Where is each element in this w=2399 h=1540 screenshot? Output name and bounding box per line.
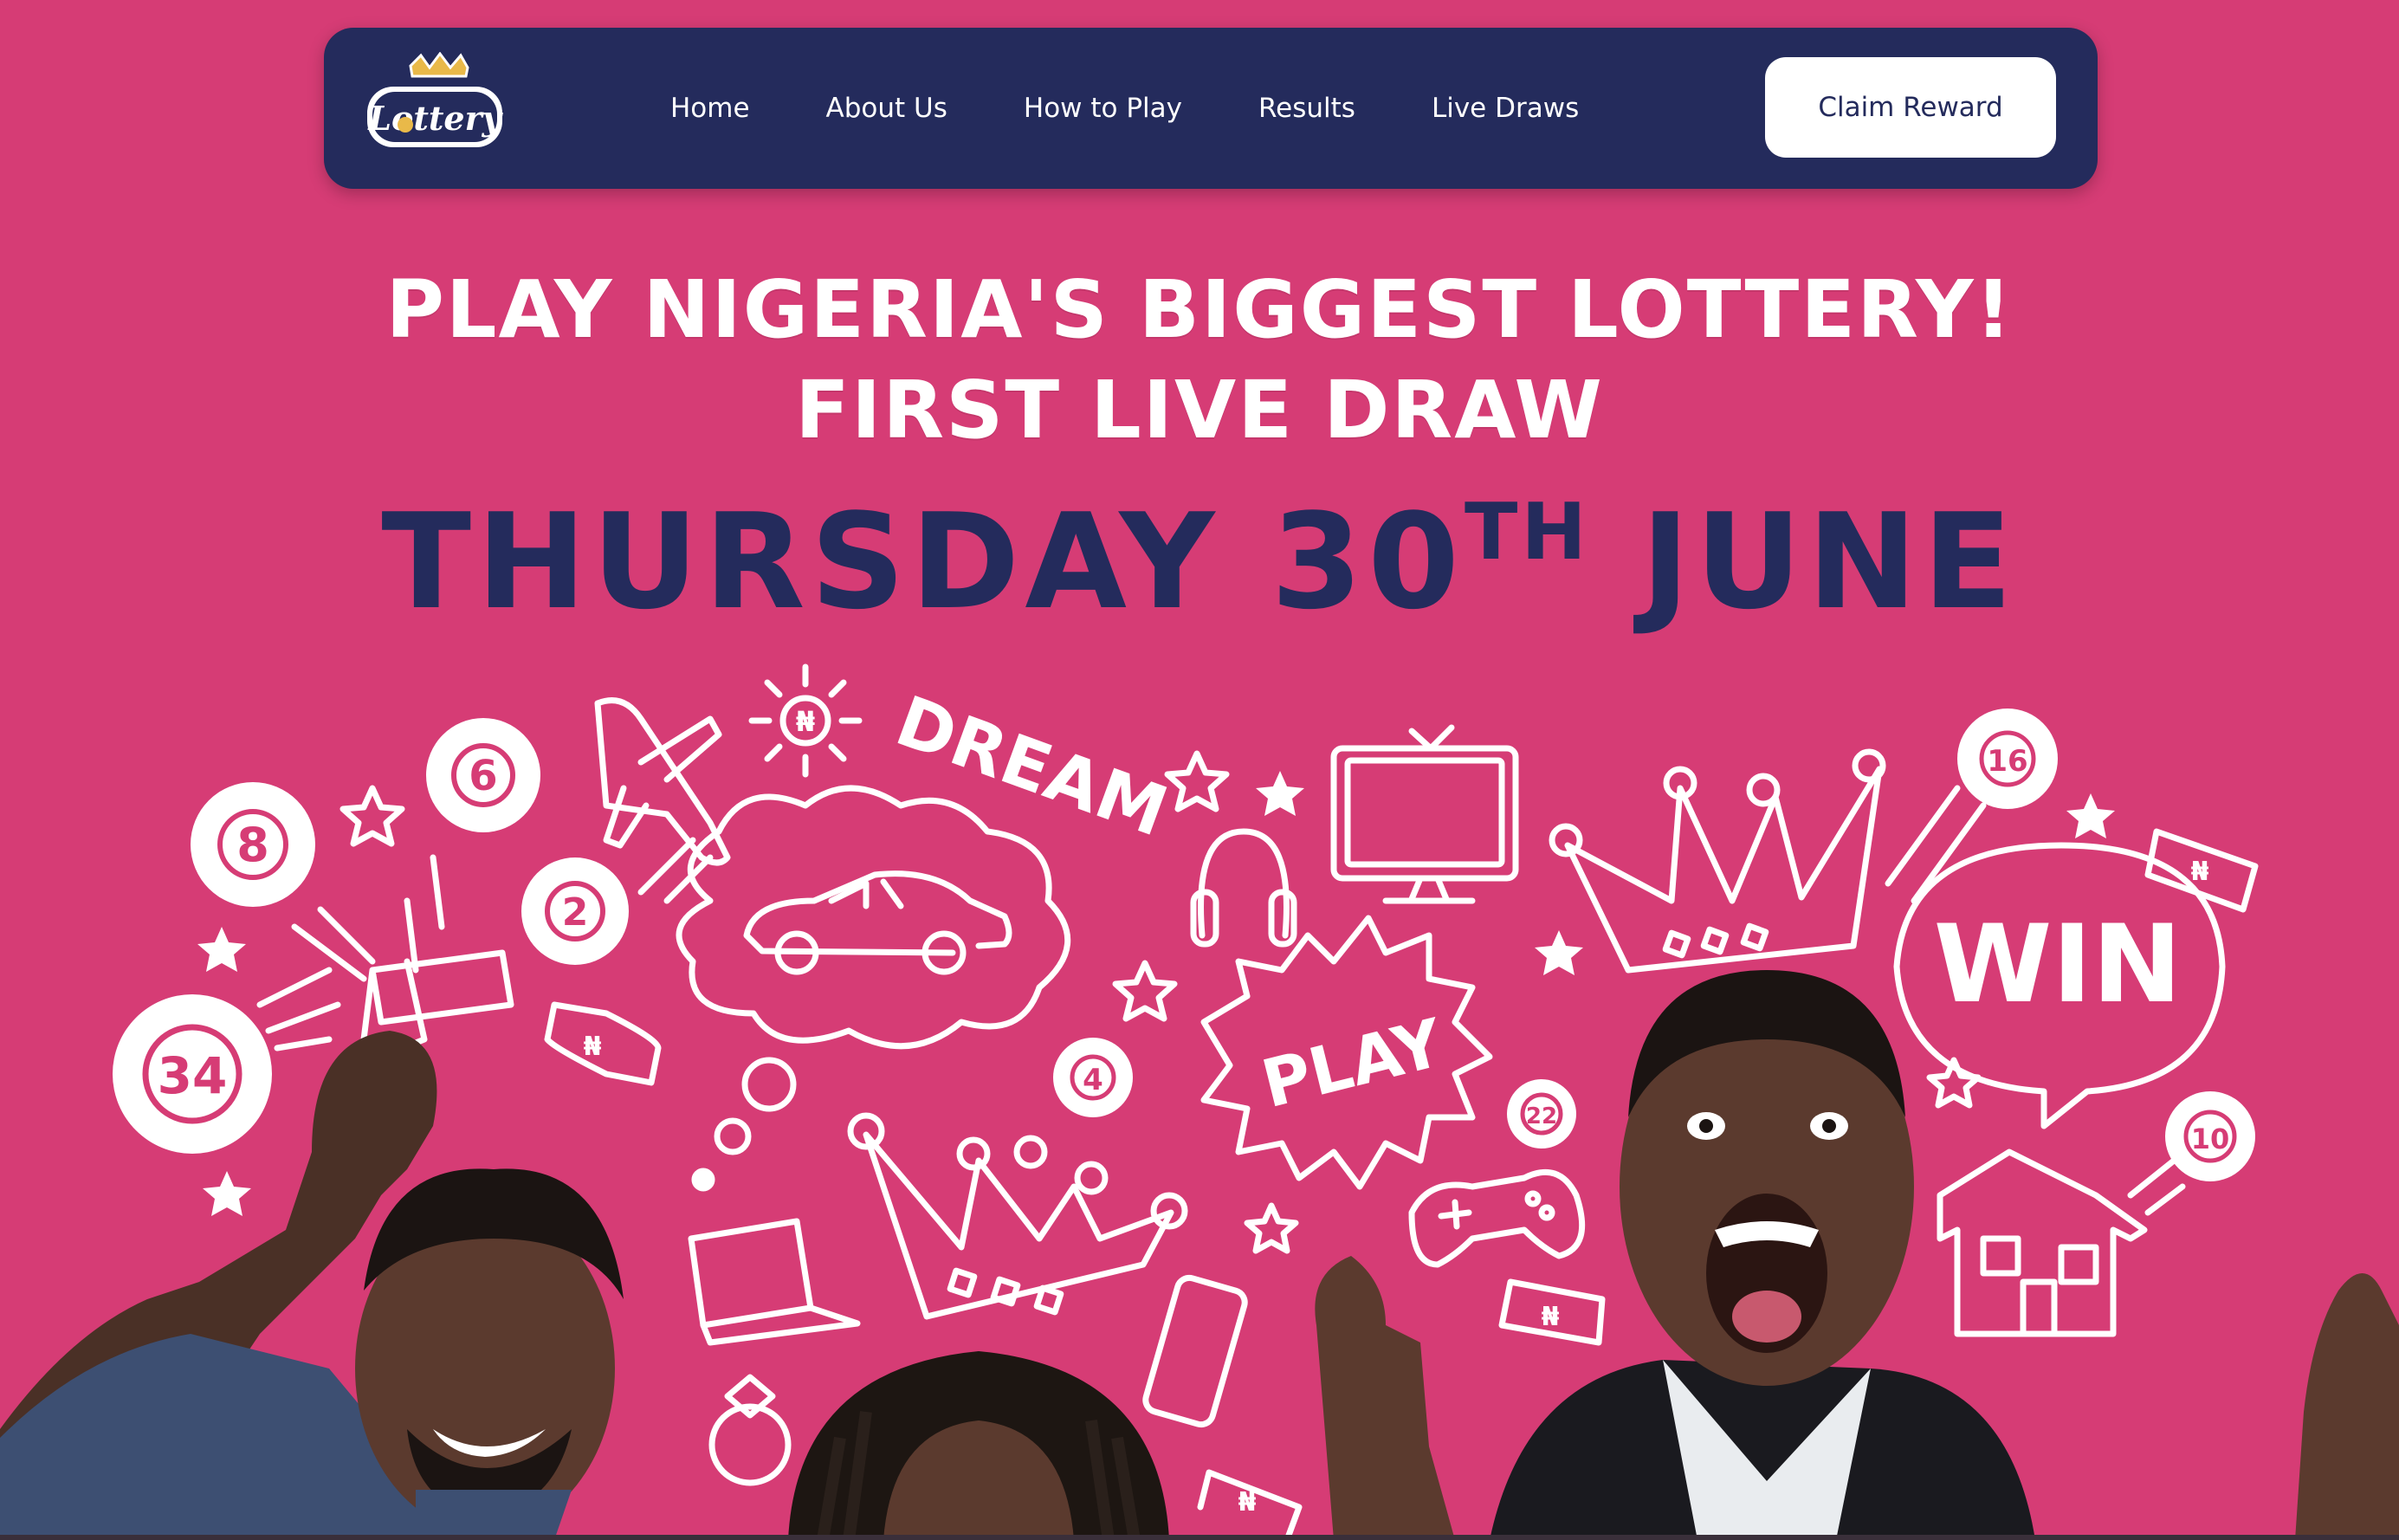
crown-icon [847,1112,1188,1320]
svg-text:6: 6 [469,752,497,800]
draw-date-suffix: TH [1464,487,1590,578]
naira-coin-icon: ₦ [748,663,863,778]
lottery-ball-16: 16 [1957,709,2058,809]
svg-text:₦: ₦ [2191,857,2209,887]
draw-date: THURSDAY 30TH JUNE [0,485,2399,638]
motion-lines [291,854,445,982]
excited-man-right [1315,970,2399,1540]
laptop-icon [688,1218,861,1346]
crown-icon [1549,748,1886,974]
lottery-ball-2: 2 [521,857,629,965]
celebrating-man-left [0,1031,624,1540]
thought-cloud-car-icon [676,785,1071,1192]
draw-date-month: JUNE [1589,485,2018,638]
nav-about-us[interactable]: About Us [826,93,947,124]
lottery-logo[interactable]: Lottery [360,52,508,165]
dream-word: DREAM [886,681,1177,852]
lottery-ball-8: 8 [191,782,315,907]
nav-live-draws[interactable]: Live Draws [1432,93,1579,124]
svg-text:2: 2 [562,890,589,935]
page-bottom-edge [0,1535,2399,1540]
ring-icon [708,1374,792,1486]
nav-results[interactable]: Results [1258,93,1355,124]
nav-how-to-play[interactable]: How to Play [1024,93,1182,124]
draw-date-day: THURSDAY 30 [381,485,1465,638]
tv-icon [1330,724,1519,904]
svg-text:16: 16 [1987,744,2027,779]
lottery-ball-6: 6 [426,718,540,832]
logo-text: Lottery [367,99,503,138]
svg-text:8: 8 [236,818,269,872]
svg-text:4: 4 [1083,1063,1103,1097]
navbar: Lottery Home About Us How to Play Result… [324,28,2098,189]
naira-bill-icon: ₦ [1197,1469,1303,1540]
hero-title: PLAY NIGERIA'S BIGGEST LOTTERY! [385,263,2014,356]
page: Lottery Home About Us How to Play Result… [0,0,2399,1540]
airplane-icon [594,697,731,904]
woman-center [788,1351,1169,1540]
svg-text:₦: ₦ [796,705,815,738]
main-nav: Home About Us How to Play Results Live D… [670,28,1655,189]
hero-subtitle: FIRST LIVE DRAW [795,364,1604,456]
headphones-icon [1190,828,1297,948]
lottery-ball-4: 4 [1053,1038,1133,1117]
claim-reward-button[interactable]: Claim Reward [1765,57,2056,158]
nav-home[interactable]: Home [670,93,750,124]
svg-text:₦: ₦ [1238,1487,1257,1517]
